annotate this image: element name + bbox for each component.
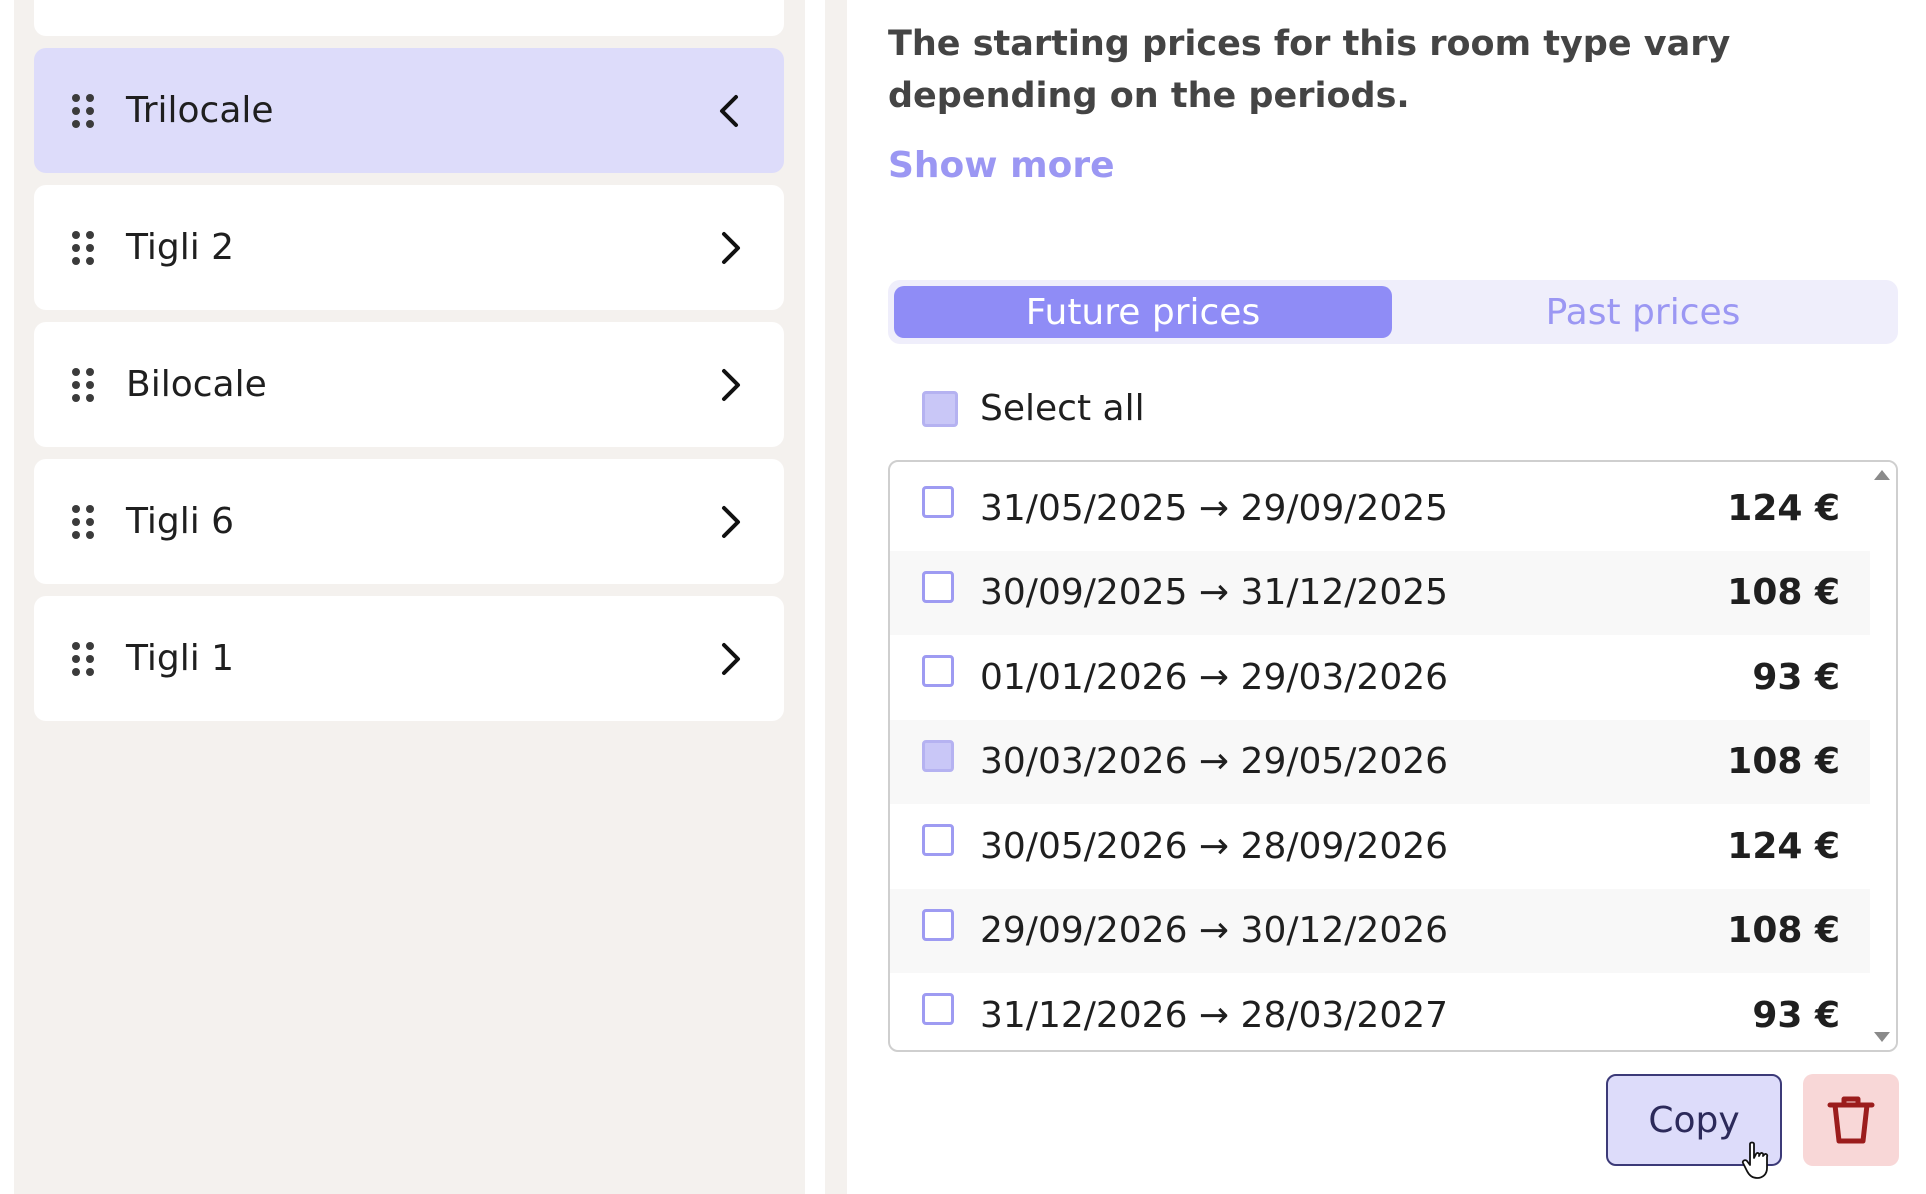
drag-handle-icon[interactable] xyxy=(72,504,96,539)
drag-handle-icon[interactable] xyxy=(72,367,96,402)
price-row[interactable]: 30/03/2026 → 29/05/2026 108 € xyxy=(890,719,1872,804)
select-all-control[interactable]: Select all xyxy=(922,388,1145,429)
room-card-tigli-2[interactable]: Tigli 2 xyxy=(34,185,784,310)
chevron-left-icon[interactable] xyxy=(710,91,750,131)
tab-future-prices[interactable]: Future prices xyxy=(894,286,1392,338)
row-checkbox[interactable] xyxy=(922,993,954,1025)
room-card-tigli-6[interactable]: Tigli 6 xyxy=(34,459,784,584)
period-range: 29/09/2026 → 30/12/2026 xyxy=(980,910,1449,952)
drag-handle-icon[interactable] xyxy=(72,93,96,128)
row-checkbox[interactable] xyxy=(922,570,954,603)
hand-cursor-icon xyxy=(1741,1141,1769,1179)
period-price: 108 € xyxy=(1727,741,1840,783)
panel-divider xyxy=(805,0,825,1194)
room-label: Bilocale xyxy=(126,364,267,405)
period-range: 30/03/2026 → 29/05/2026 xyxy=(980,741,1449,783)
price-row[interactable]: 29/09/2026 → 30/12/2026 108 € xyxy=(890,888,1872,973)
delete-button[interactable] xyxy=(1803,1074,1899,1166)
room-label: Trilocale xyxy=(126,90,274,131)
room-card-bilocale[interactable]: Bilocale xyxy=(34,322,784,447)
scroll-up-arrow-icon[interactable] xyxy=(1874,470,1890,480)
period-price: 124 € xyxy=(1727,487,1840,529)
row-checkbox[interactable] xyxy=(922,739,954,772)
row-checkbox[interactable] xyxy=(922,824,954,856)
chevron-right-icon[interactable] xyxy=(710,365,750,405)
drag-handle-icon[interactable] xyxy=(72,230,96,265)
period-price: 108 € xyxy=(1727,572,1840,614)
room-label: Tigli 6 xyxy=(126,501,235,542)
price-row[interactable]: 30/09/2025 → 31/12/2025 108 € xyxy=(890,550,1872,635)
room-label: Tigli 2 xyxy=(126,227,235,268)
price-row[interactable]: 30/05/2026 → 28/09/2026 124 € xyxy=(890,804,1872,889)
tab-past-prices[interactable]: Past prices xyxy=(1394,286,1892,338)
price-row[interactable]: 01/01/2026 → 29/03/2026 93 € xyxy=(890,635,1872,720)
price-row[interactable]: 31/12/2026 → 28/03/2027 93 € xyxy=(890,973,1872,1050)
period-price: 108 € xyxy=(1727,910,1840,952)
period-range: 01/01/2026 → 29/03/2026 xyxy=(980,656,1449,698)
panel-gutter xyxy=(825,0,847,1194)
row-checkbox[interactable] xyxy=(922,908,954,941)
period-price: 93 € xyxy=(1752,656,1840,698)
price-row[interactable]: 31/05/2025 → 29/09/2025 124 € xyxy=(890,466,1872,551)
room-card-tigli-1[interactable]: Tigli 1 xyxy=(34,596,784,721)
select-all-label: Select all xyxy=(980,388,1145,429)
room-card-trilocale[interactable]: Trilocale xyxy=(34,48,784,173)
list-scrollbar[interactable] xyxy=(1870,462,1896,1050)
period-range: 31/05/2025 → 29/09/2025 xyxy=(980,487,1449,529)
row-checkbox[interactable] xyxy=(922,486,954,518)
chevron-right-icon[interactable] xyxy=(710,502,750,542)
scroll-down-arrow-icon[interactable] xyxy=(1874,1032,1890,1042)
drag-handle-icon[interactable] xyxy=(72,641,96,676)
show-more-link[interactable]: Show more xyxy=(888,145,1115,186)
room-card-partial[interactable] xyxy=(34,0,784,36)
price-tabs: Future prices Past prices xyxy=(888,280,1898,344)
select-all-checkbox[interactable] xyxy=(922,390,958,427)
period-range: 31/12/2026 → 28/03/2027 xyxy=(980,994,1449,1036)
chevron-right-icon[interactable] xyxy=(710,228,750,268)
chevron-right-icon[interactable] xyxy=(710,639,750,679)
period-price: 93 € xyxy=(1752,994,1840,1036)
row-checkbox[interactable] xyxy=(922,655,954,687)
price-description: The starting prices for this room type v… xyxy=(888,24,1731,116)
period-price: 124 € xyxy=(1727,825,1840,867)
period-range: 30/09/2025 → 31/12/2025 xyxy=(980,572,1449,614)
trash-icon xyxy=(1827,1096,1875,1144)
period-range: 30/05/2026 → 28/09/2026 xyxy=(980,825,1449,867)
price-list[interactable]: 31/05/2025 → 29/09/2025 124 € 30/09/2025… xyxy=(888,460,1898,1052)
room-label: Tigli 1 xyxy=(126,638,235,679)
